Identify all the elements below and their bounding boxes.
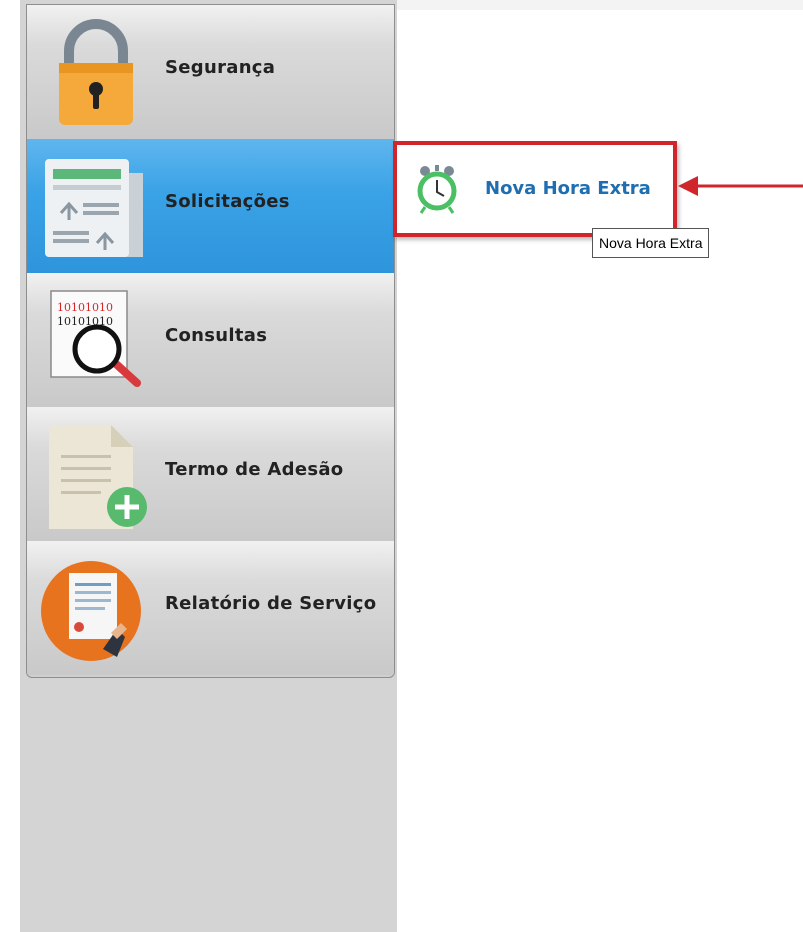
menu-item-termo-de-adesao[interactable]: Termo de Adesão	[27, 407, 394, 541]
svg-text:10101010: 10101010	[57, 301, 113, 314]
menu-item-seguranca[interactable]: Segurança	[27, 5, 394, 139]
annotation-arrow-icon	[678, 176, 803, 196]
nova-hora-extra-link[interactable]: Nova Hora Extra	[485, 178, 651, 199]
service-report-icon	[41, 561, 141, 661]
menu-item-label: Termo de Adesão	[165, 459, 344, 480]
menu-item-relatorio-de-servico[interactable]: Relatório de Serviço	[27, 541, 394, 675]
menu-item-consultas[interactable]: 10101010 10101010 Consultas	[27, 273, 394, 407]
request-document-icon	[45, 159, 143, 257]
padlock-icon	[59, 19, 133, 125]
binary-search-icon: 10101010 10101010	[50, 290, 141, 387]
content-area	[397, 0, 803, 932]
alarm-clock-icon	[417, 165, 457, 214]
menu-item-label: Consultas	[165, 325, 268, 346]
menu-item-solicitacoes[interactable]: Solicitações	[27, 139, 394, 273]
side-menu: Segurança Solicitações 10101010 10101010…	[26, 4, 395, 678]
page-margin	[0, 0, 20, 932]
submenu-popup: Nova Hora Extra	[393, 141, 677, 237]
menu-item-label: Segurança	[165, 57, 276, 78]
menu-item-label: Solicitações	[165, 191, 290, 212]
tooltip: Nova Hora Extra	[592, 228, 710, 258]
add-document-icon	[49, 425, 147, 529]
menu-item-label: Relatório de Serviço	[165, 593, 377, 614]
